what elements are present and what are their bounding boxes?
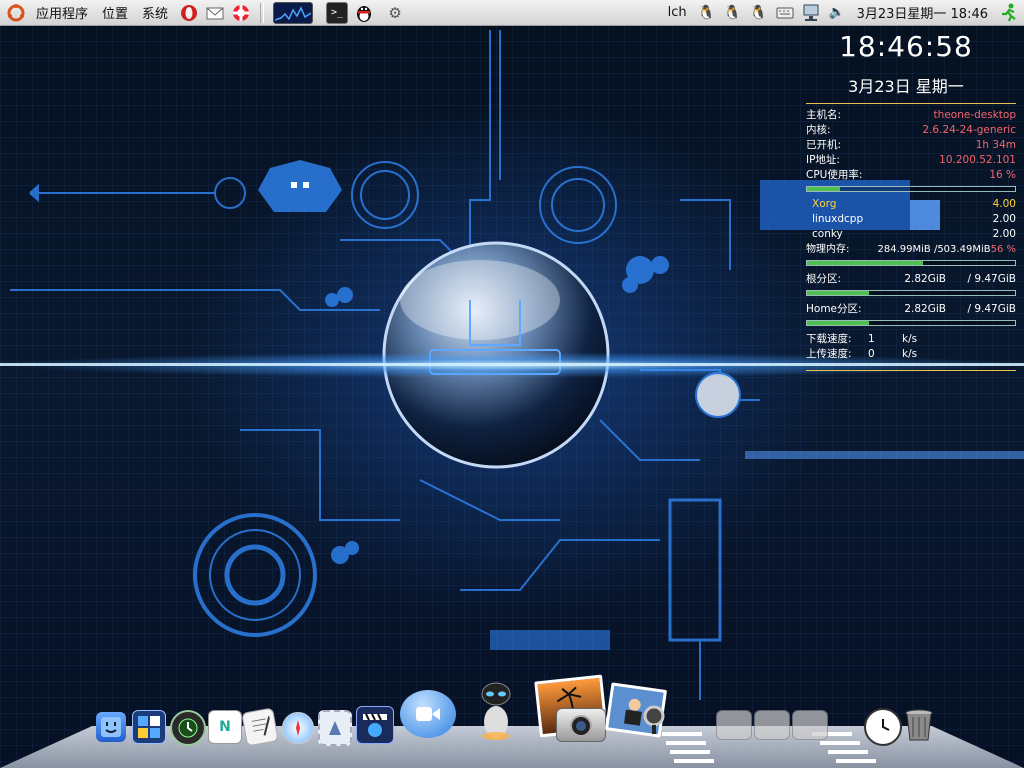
conky-row-hostname: 主机名: theone-desktop xyxy=(806,109,1016,121)
menu-system[interactable]: 系统 xyxy=(135,0,175,25)
home-usage-bar xyxy=(806,320,1016,326)
dock-trash-icon[interactable] xyxy=(904,708,934,742)
dock-clock-icon[interactable] xyxy=(864,708,902,746)
system-monitor-applet-icon[interactable] xyxy=(273,1,314,24)
conky-row-download: 下载速度: 1 k/s xyxy=(806,333,918,345)
dock-mail-stamp-icon[interactable] xyxy=(318,710,352,746)
top-panel: 应用程序 位置 系统 >_ ⚙ lch 🐧 🐧 🐧 🔈 3月23日星期一 18:… xyxy=(0,0,1024,26)
memory-usage-fill xyxy=(807,261,924,265)
help-launcher-icon[interactable] xyxy=(231,3,251,23)
conky-row-root: 根分区: 2.82GiB/ 9.47GiB xyxy=(806,273,1016,285)
dock-facetime-icon[interactable] xyxy=(400,690,456,738)
dock-window-thumbnail[interactable] xyxy=(754,710,790,740)
conky-row-memory: 物理内存: 284.99MiB /503.49MiB56 % xyxy=(806,244,1016,255)
conky-row-kernel: 内核: 2.6.24-24-generic xyxy=(806,124,1016,136)
user-name[interactable]: lch xyxy=(661,0,694,25)
home-usage-fill xyxy=(807,321,870,325)
dock-textedit-icon[interactable] xyxy=(241,707,279,747)
memory-usage-bar xyxy=(806,260,1016,266)
logout-running-man-icon[interactable] xyxy=(998,3,1018,23)
tray-qq-chat-icon[interactable]: 🐧 xyxy=(723,3,743,23)
mail-launcher-icon[interactable] xyxy=(205,3,225,23)
dock-safari-icon[interactable] xyxy=(282,712,314,744)
root-usage-bar xyxy=(806,290,1016,296)
dock-window-thumbnail[interactable] xyxy=(716,710,752,740)
process-row: conky 2.00 xyxy=(812,228,1016,240)
settings-gears-icon[interactable]: ⚙ xyxy=(385,3,405,23)
conky-divider xyxy=(806,370,1016,371)
opera-launcher-icon[interactable] xyxy=(179,3,199,23)
dock-time-machine-icon[interactable] xyxy=(170,710,206,746)
conky-row-uptime: 已开机: 1h 34m xyxy=(806,139,1016,151)
dock-finder-icon[interactable] xyxy=(96,712,126,742)
menu-places[interactable]: 位置 xyxy=(95,0,135,25)
cpu-usage-bar xyxy=(806,186,1016,192)
tray-qq-icon[interactable]: 🐧 xyxy=(697,3,717,23)
dock-dashboard-icon[interactable] xyxy=(132,710,166,744)
panel-separator xyxy=(260,2,265,23)
network-indicator-icon[interactable] xyxy=(801,3,821,23)
volume-icon[interactable]: 🔈 xyxy=(827,3,847,23)
process-row: linuxdcpp 2.00 xyxy=(812,213,1016,225)
conky-date: 3月23日 星期一 xyxy=(848,77,964,96)
dock-nvidia-icon[interactable]: N xyxy=(208,710,242,744)
ubuntu-logo-icon[interactable] xyxy=(6,3,26,23)
conky-row-home: Home分区: 2.82GiB/ 9.47GiB xyxy=(806,303,1016,315)
conky-system-monitor: 18:46:58 3月23日 星期一 主机名: theone-desktop 内核… xyxy=(806,30,1016,375)
conky-row-ip: IP地址: 10.200.52.101 xyxy=(806,154,1016,166)
qq-penguin-icon[interactable] xyxy=(354,3,374,23)
terminal-launcher-icon[interactable]: >_ xyxy=(326,1,349,24)
dock-imovie-icon[interactable] xyxy=(356,706,394,744)
dock-eve-robot-icon[interactable] xyxy=(478,680,514,740)
conky-divider xyxy=(806,103,1016,104)
menu-applications[interactable]: 应用程序 xyxy=(29,0,95,25)
cpu-usage-fill xyxy=(807,187,841,191)
dock-window-thumbnail[interactable] xyxy=(792,710,828,740)
dock-camera-icon[interactable] xyxy=(556,708,606,742)
conky-time: 18:46:58 xyxy=(839,30,973,63)
keyboard-indicator-icon[interactable] xyxy=(775,3,795,23)
panel-clock[interactable]: 3月23日星期一 18:46 xyxy=(850,0,995,25)
process-row: Xorg 4.00 xyxy=(812,198,1016,210)
root-usage-fill xyxy=(807,291,870,295)
dock-magnifier-icon[interactable] xyxy=(640,704,668,734)
conky-row-upload: 上传速度: 0 k/s xyxy=(806,348,918,360)
tray-qq-alt-icon[interactable]: 🐧 xyxy=(749,3,769,23)
conky-row-cpu: CPU使用率: 16 % xyxy=(806,169,1016,181)
